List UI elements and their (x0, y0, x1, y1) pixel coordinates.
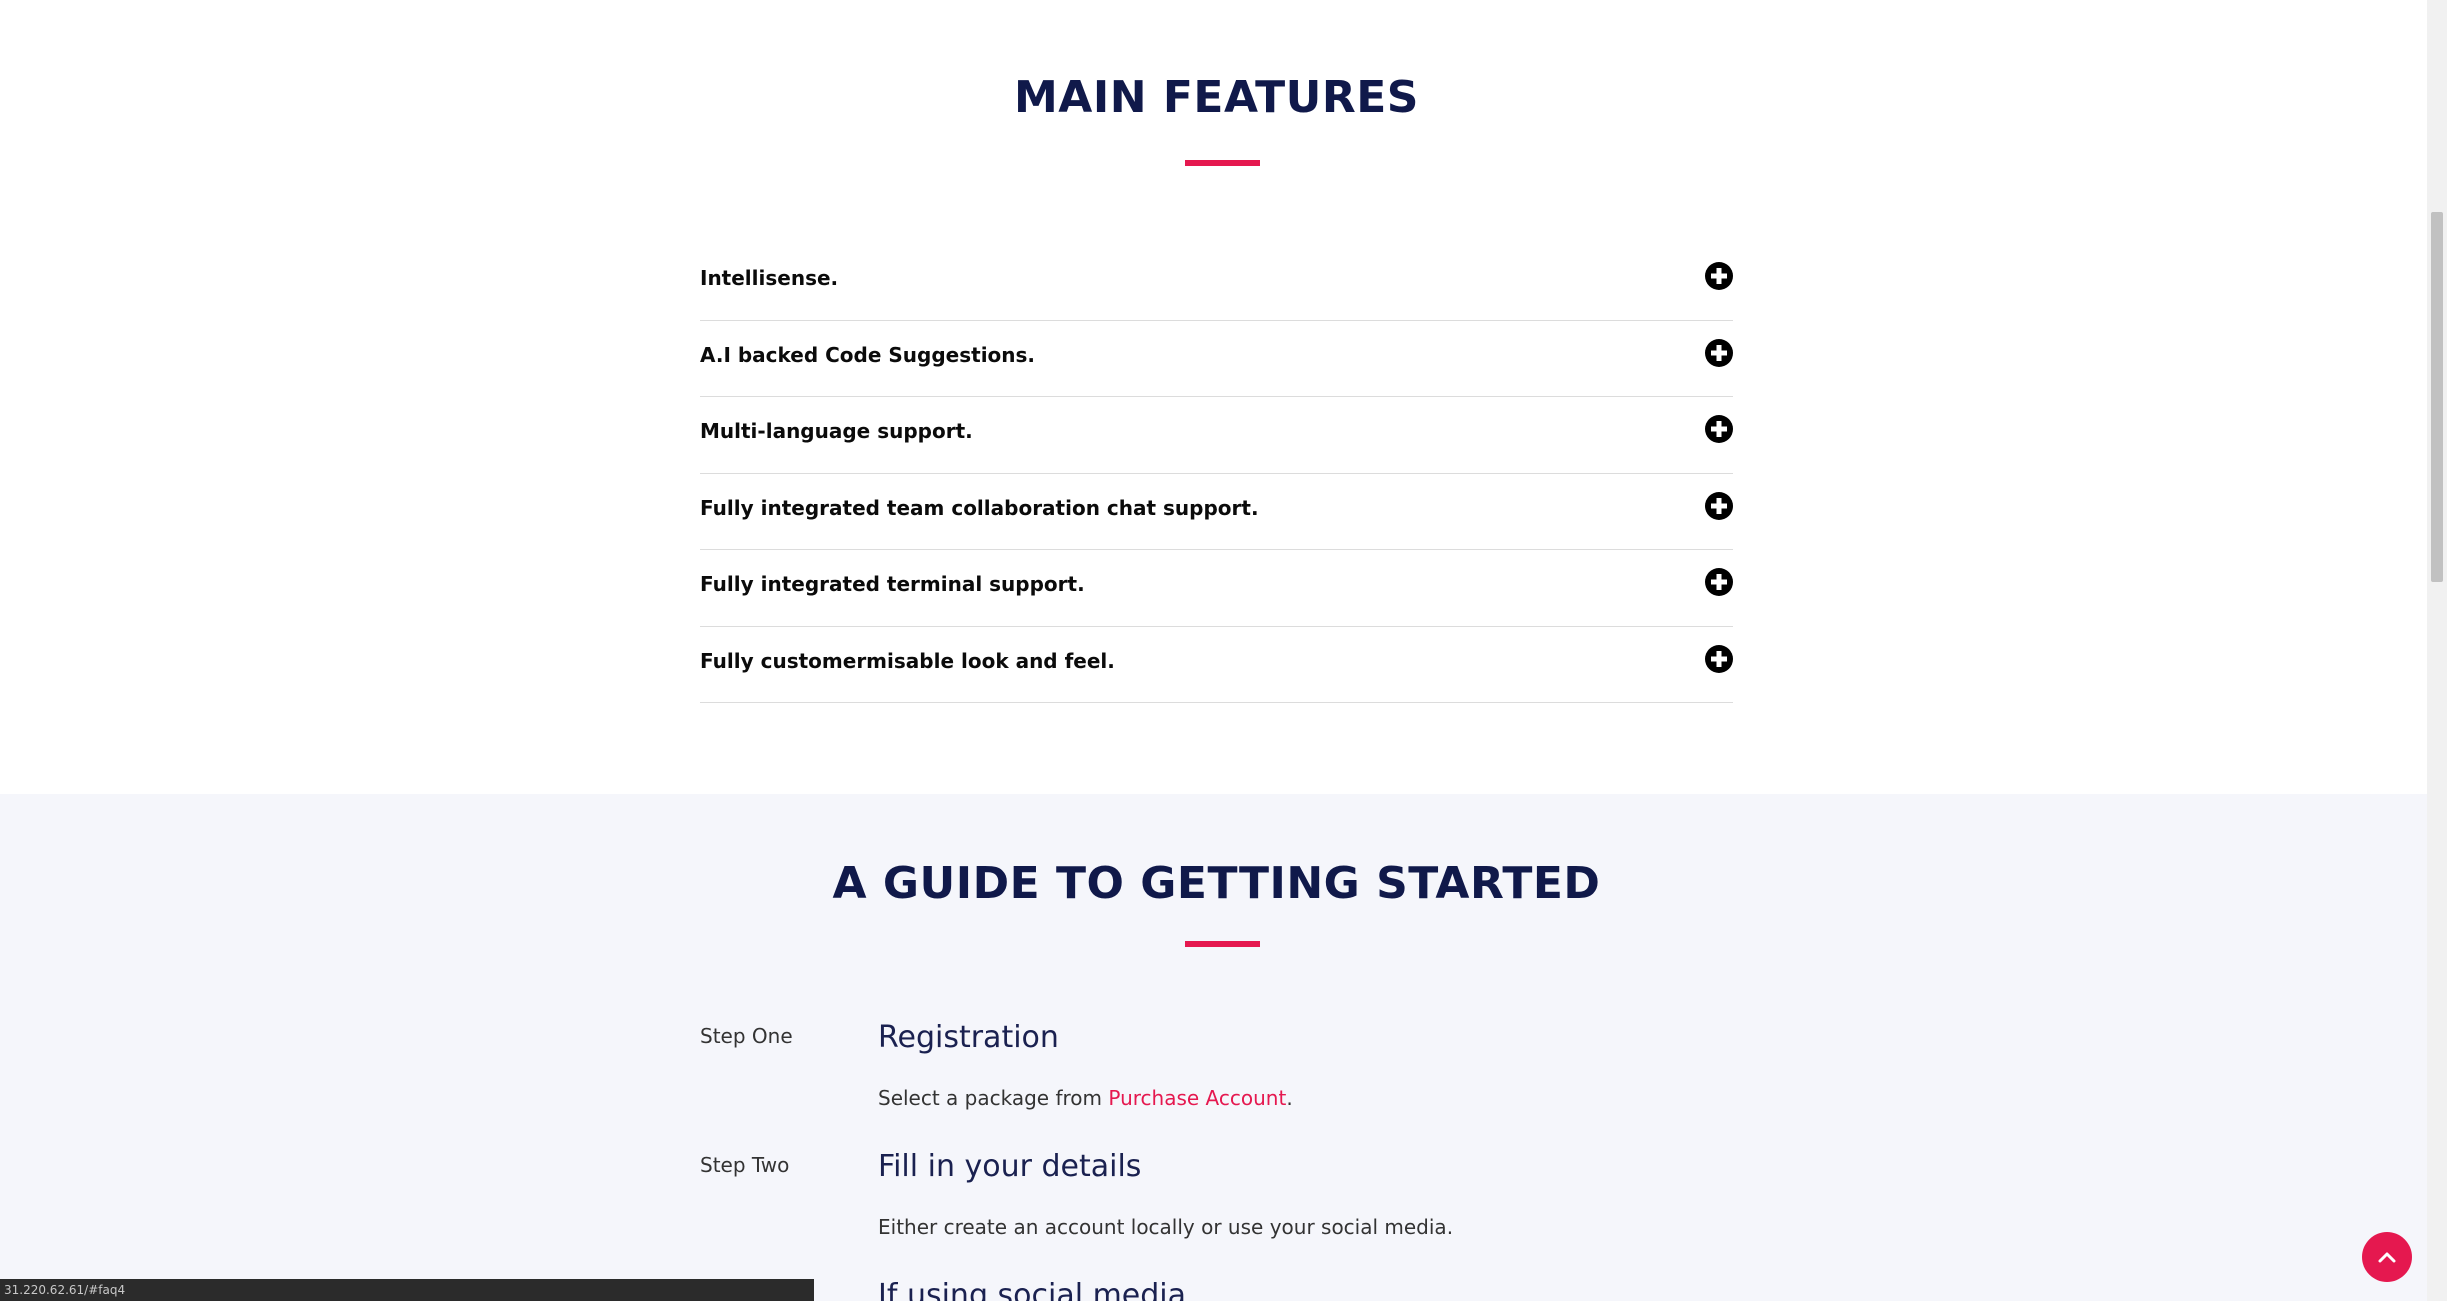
accordion-item-label: Fully customermisable look and feel. (700, 648, 1115, 673)
step-one-label: Step One (700, 1024, 793, 1048)
plus-circle-icon[interactable] (1705, 491, 1733, 520)
plus-circle-icon[interactable] (1705, 644, 1733, 673)
step-three-title: If using social media (878, 1278, 1187, 1301)
page-scrollbar[interactable] (2427, 0, 2447, 1301)
plus-circle-icon[interactable] (1705, 568, 1733, 596)
main-features-section: MAIN FEATURES Intellisense. A.I backed C… (0, 0, 2427, 794)
getting-started-title: A GUIDE TO GETTING STARTED (832, 858, 1601, 909)
plus-circle-icon[interactable] (1705, 415, 1733, 443)
plus-circle-icon[interactable] (1705, 338, 1733, 367)
step-one-text-after: . (1286, 1086, 1293, 1110)
step-two-label: Step Two (700, 1153, 790, 1177)
step-one-title: Registration (878, 1020, 1059, 1055)
chevron-up-icon (2378, 1252, 2396, 1263)
step-one-text-before: Select a package from (878, 1086, 1109, 1110)
accordion-item-label: Fully integrated team collaboration chat… (700, 495, 1259, 520)
accordion-item-label: A.I backed Code Suggestions. (700, 342, 1036, 367)
purchase-account-link[interactable]: Purchase Account (1108, 1086, 1286, 1110)
accordion-item-label: Fully integrated terminal support. (700, 572, 1085, 596)
step-one-text: Select a package from Purchase Account. (878, 1086, 1293, 1110)
accordion-item-label: Intellisense. (700, 266, 839, 290)
main-features-title: MAIN FEATURES (1014, 72, 1419, 123)
features-accordion: Intellisense. A.I backed Code Suggestion… (700, 244, 1733, 703)
accordion-item-look-and-feel[interactable]: Fully customermisable look and feel. (700, 627, 1733, 703)
browser-status-bar: 31.220.62.61/#faq4 (0, 1279, 814, 1301)
title-underline (1185, 160, 1260, 166)
accordion-item-intellisense[interactable]: Intellisense. (700, 244, 1733, 321)
step-two-title: Fill in your details (878, 1149, 1142, 1184)
getting-started-section: A GUIDE TO GETTING STARTED Step One Regi… (0, 794, 2427, 1301)
scrollbar-thumb[interactable] (2431, 212, 2443, 582)
back-to-top-button[interactable] (2362, 1232, 2412, 1282)
accordion-item-multi-language[interactable]: Multi-language support. (700, 397, 1733, 474)
plus-circle-icon[interactable] (1705, 262, 1733, 290)
accordion-item-terminal[interactable]: Fully integrated terminal support. (700, 550, 1733, 627)
step-two-text: Either create an account locally or use … (878, 1215, 1454, 1239)
accordion-item-team-chat[interactable]: Fully integrated team collaboration chat… (700, 474, 1733, 550)
accordion-item-ai-suggestions[interactable]: A.I backed Code Suggestions. (700, 321, 1733, 397)
accordion-item-label: Multi-language support. (700, 419, 973, 443)
title-underline (1185, 941, 1260, 947)
